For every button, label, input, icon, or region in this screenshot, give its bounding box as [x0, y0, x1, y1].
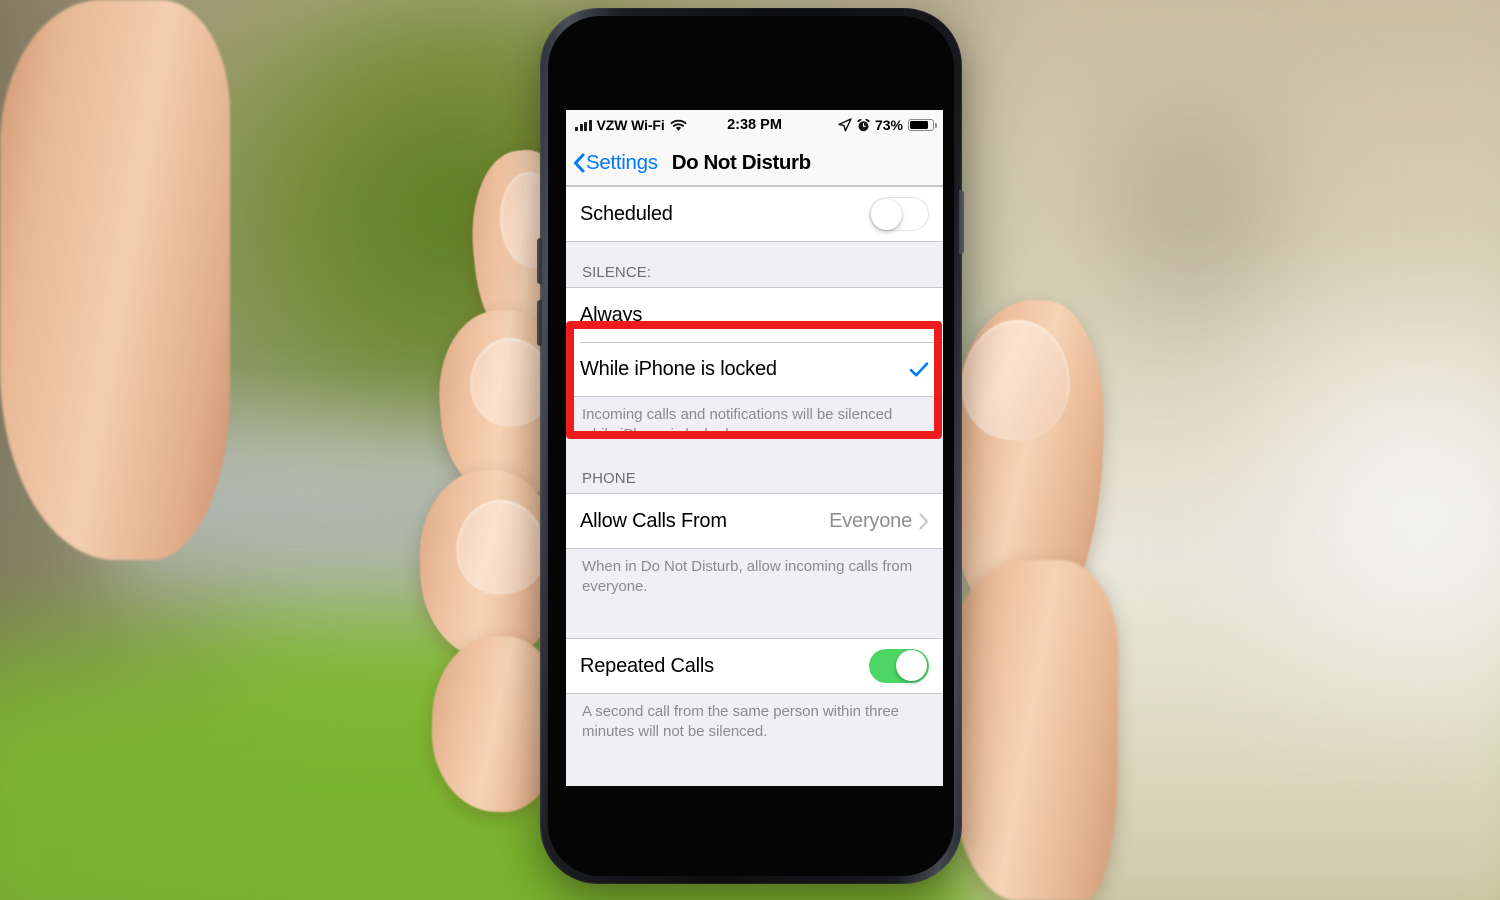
chevron-left-icon — [574, 153, 585, 172]
phone-section-header: PHONE — [582, 470, 636, 487]
allow-calls-footer: When in Do Not Disturb, allow incoming c… — [582, 558, 913, 595]
repeated-calls-label: Repeated Calls — [580, 654, 714, 677]
row-repeated-calls-right — [869, 649, 929, 683]
status-bar: VZW Wi-Fi 2:38 PM 73% — [566, 110, 943, 140]
checkmark-icon — [909, 361, 929, 376]
silence-section-footer: Incoming calls and notifications will be… — [582, 406, 893, 443]
status-bar-right: 73% — [838, 117, 937, 133]
page-title: Do Not Disturb — [671, 150, 811, 174]
back-button-label: Settings — [586, 150, 658, 174]
battery-percent-label: 73% — [874, 117, 903, 133]
power-button[interactable] — [959, 190, 964, 254]
location-arrow-icon — [838, 118, 852, 132]
battery-icon — [908, 119, 937, 131]
row-scheduled[interactable]: Scheduled — [566, 187, 943, 241]
scheduled-toggle[interactable] — [869, 197, 929, 231]
navigation-bar: Settings Do Not Disturb — [566, 140, 943, 186]
volume-up-button[interactable] — [537, 238, 542, 284]
volume-down-button[interactable] — [537, 300, 542, 346]
status-bar-left: VZW Wi-Fi — [575, 117, 687, 133]
row-allow-calls-from[interactable]: Allow Calls From Everyone — [566, 494, 943, 548]
silence-section-header: SILENCE: — [582, 264, 652, 281]
silence-always-label: Always — [580, 303, 643, 326]
signal-bars-icon — [575, 119, 592, 131]
background-right-light-blob — [1240, 300, 1500, 720]
scheduled-label: Scheduled — [580, 202, 673, 225]
repeated-calls-group: Repeated Calls — [566, 638, 943, 694]
row-repeated-calls[interactable]: Repeated Calls — [566, 639, 943, 693]
row-silence-while-locked[interactable]: While iPhone is locked — [566, 342, 943, 396]
carrier-label: VZW Wi-Fi — [596, 117, 665, 133]
row-scheduled-right — [869, 197, 929, 231]
phone-screen: VZW Wi-Fi 2:38 PM 73% Settings Do Not Di… — [566, 110, 943, 786]
silence-options-group: Always While iPhone is locked — [566, 287, 943, 397]
allow-calls-from-value: Everyone — [829, 509, 912, 532]
repeated-calls-footer: A second call from the same person withi… — [582, 703, 899, 740]
allow-calls-from-label: Allow Calls From — [580, 509, 727, 532]
row-allow-calls-right: Everyone — [829, 510, 929, 533]
chevron-right-icon — [919, 512, 929, 530]
allow-calls-group: Allow Calls From Everyone — [566, 493, 943, 549]
silence-while-locked-label: While iPhone is locked — [580, 357, 777, 380]
row-silence-while-locked-right — [909, 361, 929, 378]
wifi-icon — [670, 119, 687, 131]
battery-fill — [910, 121, 928, 129]
row-silence-always[interactable]: Always — [566, 288, 943, 342]
repeated-calls-toggle-knob — [896, 650, 927, 681]
alarm-clock-icon — [857, 118, 870, 131]
scheduled-group: Scheduled — [566, 186, 943, 242]
settings-table-view: Scheduled SILENCE: Always While iPhone i… — [566, 186, 943, 786]
back-to-settings-button[interactable]: Settings — [573, 151, 658, 175]
scheduled-toggle-knob — [871, 199, 902, 230]
repeated-calls-toggle[interactable] — [869, 649, 929, 683]
